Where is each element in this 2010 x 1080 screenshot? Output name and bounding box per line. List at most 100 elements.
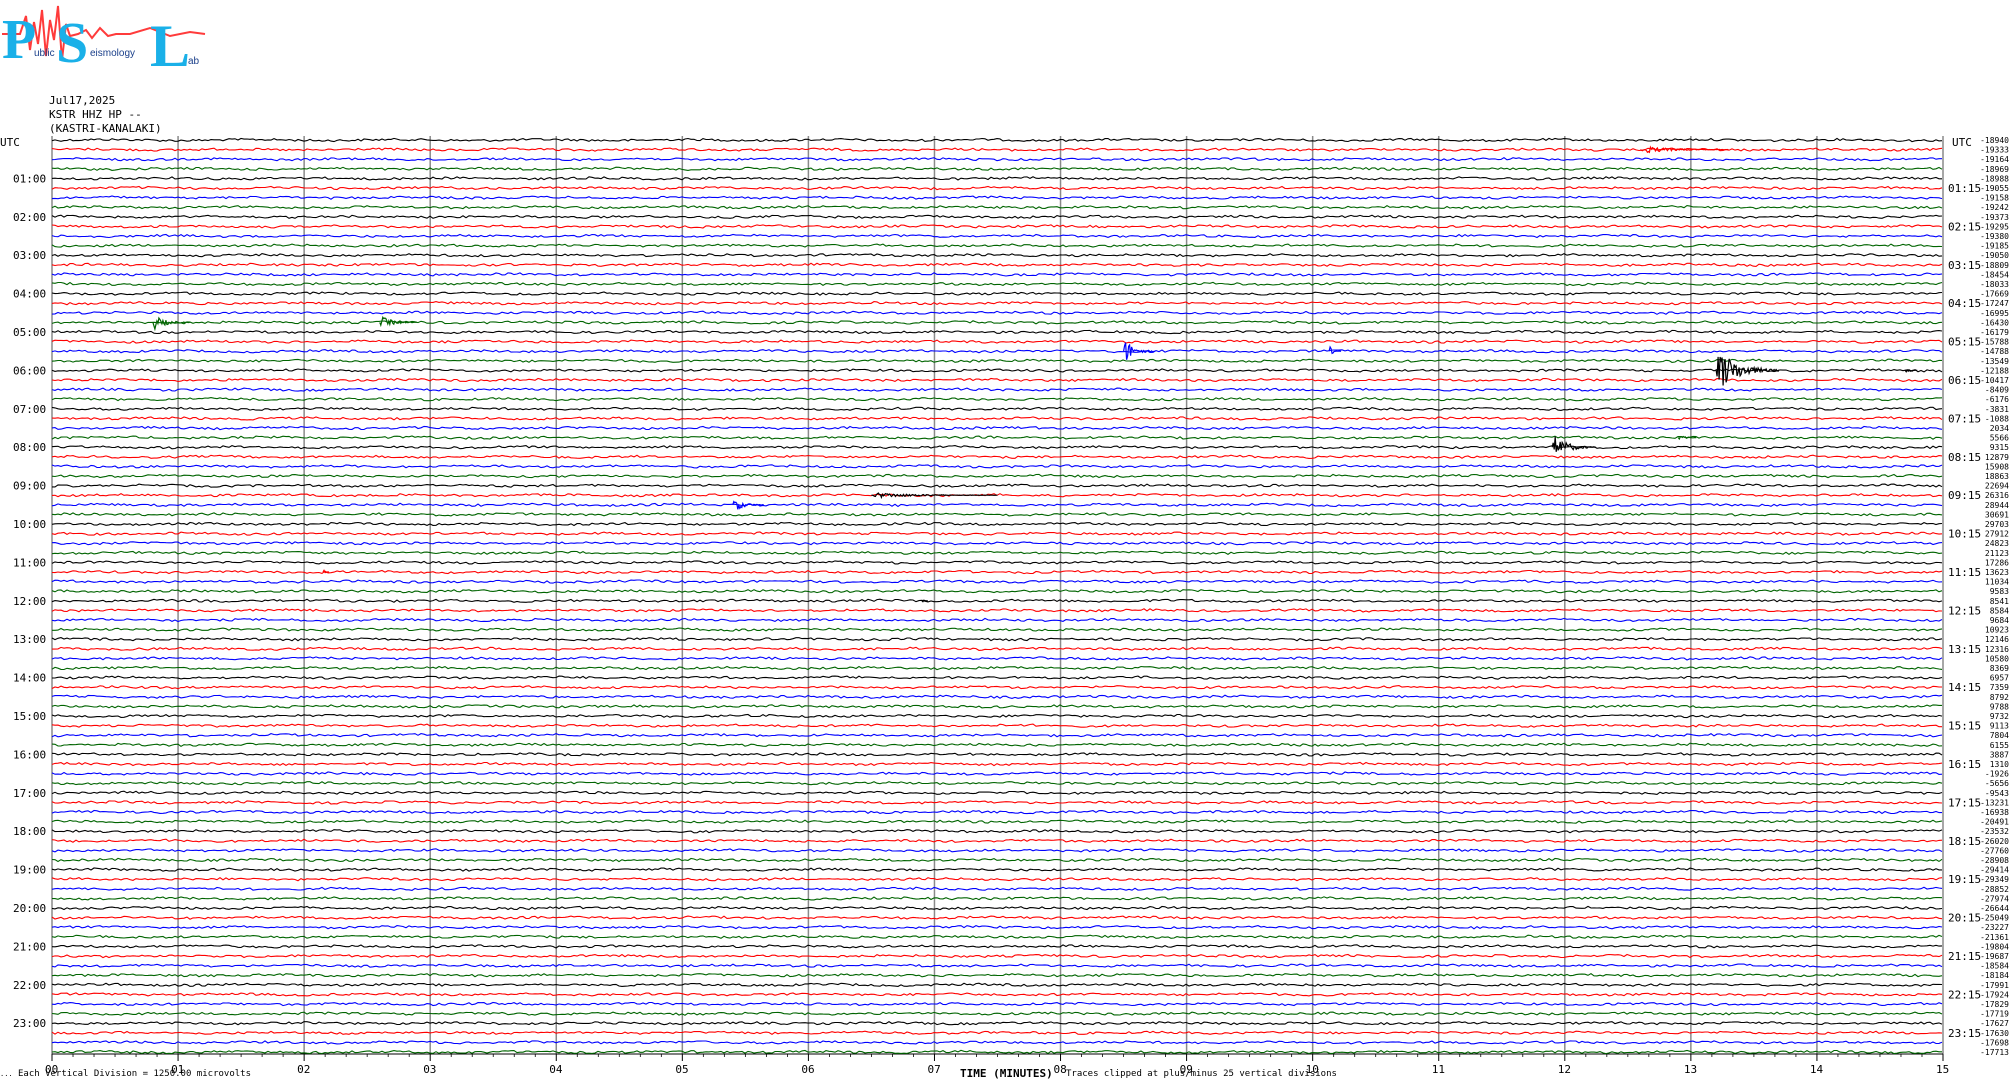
corner-mark: ...	[0, 1070, 13, 1078]
trace-line	[51, 723, 1942, 728]
trace-offset-label: -28908	[1980, 856, 2009, 865]
trace-offset-label: -19333	[1980, 146, 2009, 155]
trace-offset-label: -19242	[1980, 203, 2009, 212]
trace-offset-label: -20491	[1980, 818, 2009, 827]
trace-line	[51, 694, 1943, 699]
trace-line	[51, 185, 1943, 191]
trace-line	[52, 646, 1943, 651]
trace-offset-label: -19055	[1980, 184, 2009, 193]
trace-line	[51, 809, 1942, 815]
trace-offset-label: -19164	[1980, 155, 2009, 164]
trace-offset-label: -9543	[1985, 789, 2009, 798]
left-hour-label: 06:00	[13, 364, 46, 377]
trace-offset-label: -26644	[1980, 904, 2009, 913]
trace-offset-label: -29414	[1980, 866, 2009, 875]
right-hour-label: 20:15	[1948, 912, 1981, 925]
trace-offset-label: -1926	[1985, 770, 2009, 779]
trace-line	[51, 291, 1943, 296]
right-hour-label: 12:15	[1948, 604, 1981, 617]
left-hour-label: 15:00	[13, 710, 46, 723]
trace-line	[51, 502, 1943, 508]
trace-line	[51, 137, 1943, 143]
trace-line	[51, 320, 1943, 325]
right-hour-label: 23:15	[1948, 1027, 1981, 1040]
trace-line	[51, 982, 1943, 987]
right-hour-label: 13:15	[1948, 643, 1981, 656]
x-axis-title: TIME (MINUTES)	[960, 1067, 1053, 1080]
trace-offset-label: -18184	[1980, 971, 2009, 980]
trace-line	[51, 963, 1943, 968]
trace-line	[51, 838, 1943, 843]
trace-offset-label: -27760	[1980, 846, 2009, 855]
trace-offset-label: 3887	[1990, 750, 2009, 759]
right-hour-label: 11:15	[1948, 566, 1981, 579]
trace-offset-label: -17719	[1980, 1010, 2009, 1019]
trace-offset-label: 28944	[1985, 501, 2009, 510]
right-hour-label: 16:15	[1948, 758, 1981, 771]
trace-offset-label: -18584	[1980, 962, 2009, 971]
right-hour-label: 05:15	[1948, 336, 1981, 349]
trace-line	[52, 627, 1943, 632]
trace-line	[51, 771, 1943, 776]
right-hour-label: 08:15	[1948, 451, 1981, 464]
trace-line	[51, 262, 1943, 267]
x-tick-label-15: 15	[1936, 1063, 1949, 1076]
left-hour-label: 19:00	[13, 864, 46, 877]
trace-offset-label: -19373	[1980, 213, 2009, 222]
trace-line	[52, 896, 1943, 901]
right-hour-label: 06:15	[1948, 374, 1981, 387]
trace-line	[51, 867, 1942, 872]
trace-line	[51, 1011, 1943, 1016]
trace-offset-label: 17286	[1985, 558, 2009, 567]
trace-line	[51, 876, 1943, 882]
x-tick-label-07: 07	[927, 1063, 940, 1076]
trace-line	[51, 416, 1943, 421]
trace-offset-label: 13623	[1985, 568, 2009, 577]
trace-line	[51, 781, 1943, 786]
trace-offset-label: 22694	[1985, 482, 2009, 491]
trace-offset-label: -19380	[1980, 232, 2009, 241]
trace-line	[51, 1001, 1943, 1007]
left-hour-label: 22:00	[13, 979, 46, 992]
trace-line	[51, 569, 1943, 575]
trace-line	[51, 329, 1943, 335]
trace-offset-label: -14788	[1980, 347, 2009, 356]
trace-line	[51, 224, 1943, 229]
trace-offset-label: 8541	[1990, 597, 2009, 606]
trace-line	[51, 435, 1943, 440]
x-tick-label-11: 11	[1432, 1063, 1445, 1076]
left-hour-label: 11:00	[13, 556, 46, 569]
left-hour-label: 10:00	[13, 518, 46, 531]
right-hour-label: 04:15	[1948, 297, 1981, 310]
trace-line	[51, 166, 1943, 171]
left-utc-label: UTC	[0, 136, 20, 149]
trace-line	[51, 252, 1943, 258]
trace-line	[51, 214, 1943, 219]
trace-offset-label: 5566	[1990, 434, 2009, 443]
x-tick-label-12: 12	[1558, 1063, 1571, 1076]
right-hour-label: 14:15	[1948, 681, 1981, 694]
trace-offset-label: 12879	[1985, 453, 2009, 462]
right-hour-label: 10:15	[1948, 528, 1981, 541]
trace-line	[51, 349, 1943, 354]
trace-line	[51, 733, 1943, 738]
trace-offset-label: 6155	[1990, 741, 2009, 750]
left-hour-label: 14:00	[13, 672, 46, 685]
x-tick-label-14: 14	[1810, 1063, 1824, 1076]
x-tick-label-13: 13	[1684, 1063, 1697, 1076]
left-hour-label: 13:00	[13, 633, 46, 646]
trace-offset-label: -17991	[1980, 981, 2009, 990]
trace-line	[51, 704, 1942, 709]
trace-line	[51, 579, 1943, 584]
trace-offset-label: -26020	[1980, 837, 2009, 846]
trace-offset-label: 10923	[1985, 626, 2009, 635]
trace-offset-label: 9113	[1990, 722, 2009, 731]
trace-line	[51, 243, 1943, 248]
trace-offset-label: 7359	[1990, 683, 2009, 692]
helicorder-plot: UTC UTC 00 01 02 03 04 05 06 07 08 09 10 11 12 13 14 15…	[0, 136, 2009, 1076]
trace-offset-label: 18863	[1985, 472, 2009, 481]
trace-line	[51, 368, 1943, 373]
trace-line	[51, 848, 1943, 853]
trace-line	[51, 857, 1943, 863]
trace-offset-label: -16430	[1980, 318, 2009, 327]
